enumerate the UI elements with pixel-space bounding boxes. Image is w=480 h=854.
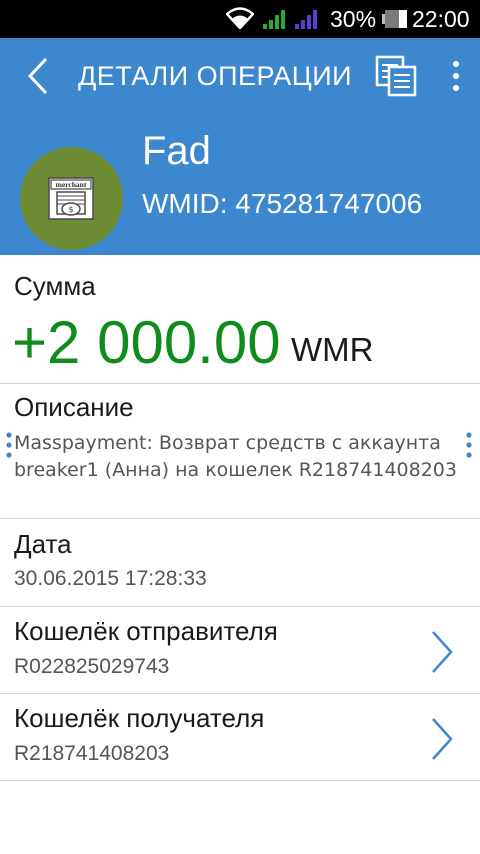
- operation-header: ДЕТАЛИ ОПЕРАЦИИ merchant $ Fad WMID: 475…: [0, 38, 480, 255]
- date-section: Дата 30.06.2015 17:28:33: [0, 519, 480, 607]
- description-text[interactable]: Masspayment: Возврат средств с аккаунта …: [14, 430, 470, 484]
- description-section: Описание Masspayment: Возврат средств с …: [0, 384, 480, 519]
- amount-section: Сумма +2 000.00 WMR: [0, 255, 480, 384]
- battery-percent: 30%: [330, 6, 377, 32]
- wifi-icon: [226, 7, 254, 29]
- selection-end-handle[interactable]: [466, 432, 472, 458]
- chevron-right-icon[interactable]: [430, 629, 454, 675]
- receiver-wallet-row[interactable]: Кошелёк получателя R218741408203: [0, 694, 480, 781]
- svg-text:merchant: merchant: [56, 180, 87, 189]
- date-label: Дата: [14, 529, 72, 559]
- amount-currency: WMR: [291, 331, 374, 368]
- more-options-icon[interactable]: [446, 58, 466, 98]
- copy-icon[interactable]: [374, 54, 418, 98]
- sender-wallet-value: R022825029743: [14, 655, 170, 678]
- amount-value: +2 000.00: [12, 309, 281, 376]
- description-label: Описание: [14, 392, 134, 422]
- receiver-wallet-value: R218741408203: [14, 742, 170, 765]
- avatar: merchant $: [20, 147, 123, 250]
- svg-text:$: $: [68, 205, 73, 214]
- wmid-label: WMID: 475281747006: [142, 188, 423, 219]
- account-name: Fad: [142, 129, 211, 173]
- date-value: 30.06.2015 17:28:33: [14, 567, 207, 590]
- signal-icon: [295, 10, 317, 29]
- sender-wallet-label: Кошелёк отправителя: [14, 616, 278, 646]
- sender-wallet-row[interactable]: Кошелёк отправителя R022825029743: [0, 607, 480, 694]
- signal-icon: [263, 10, 285, 29]
- amount-label: Сумма: [14, 271, 96, 301]
- merchant-icon: merchant $: [48, 177, 94, 220]
- status-bar: 30% 22:00: [0, 0, 480, 38]
- page-title: ДЕТАЛИ ОПЕРАЦИИ: [78, 61, 353, 91]
- battery-icon: [382, 10, 407, 28]
- chevron-right-icon[interactable]: [430, 716, 454, 762]
- back-arrow-icon[interactable]: [22, 56, 52, 96]
- clock: 22:00: [412, 6, 470, 32]
- receiver-wallet-label: Кошелёк получателя: [14, 703, 265, 733]
- selection-start-handle[interactable]: [6, 432, 12, 458]
